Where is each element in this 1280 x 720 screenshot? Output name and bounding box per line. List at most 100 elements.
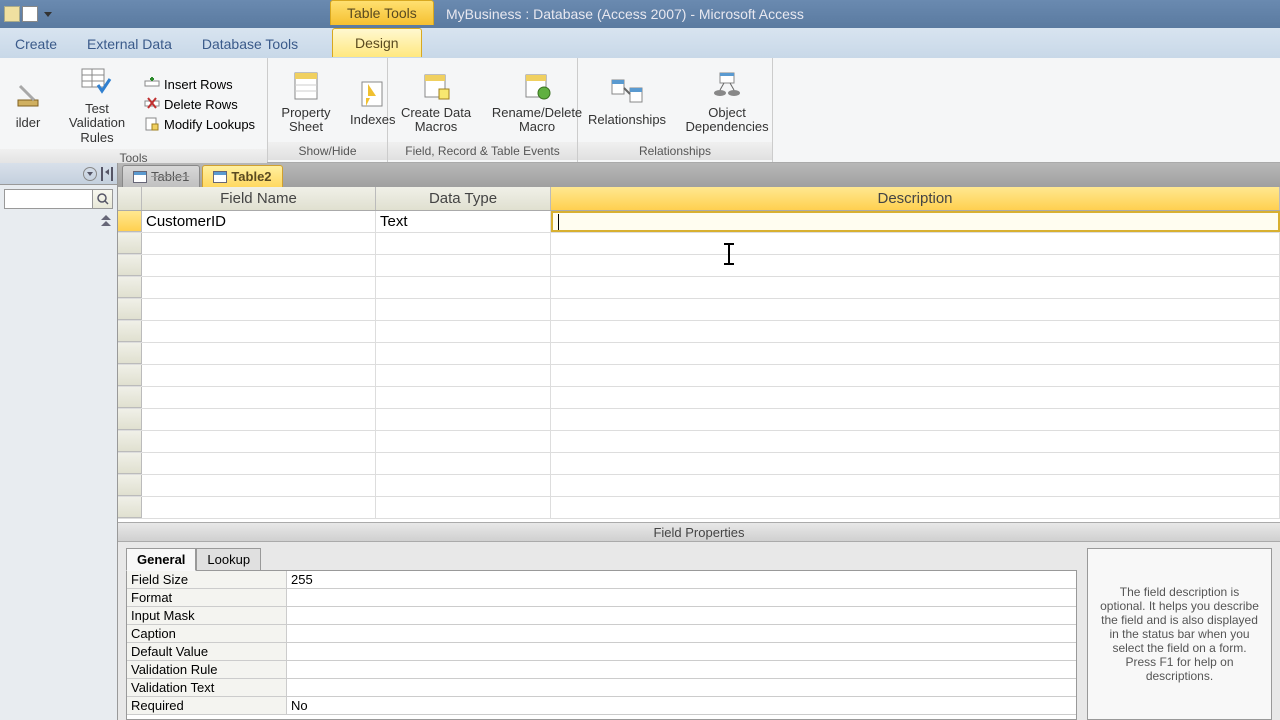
- row-selector[interactable]: [118, 343, 142, 364]
- field-name-cell[interactable]: [142, 277, 376, 298]
- property-row[interactable]: Default Value: [127, 643, 1076, 661]
- field-row-empty[interactable]: [118, 497, 1280, 519]
- field-name-cell[interactable]: [142, 475, 376, 496]
- property-row[interactable]: RequiredNo: [127, 697, 1076, 715]
- property-row[interactable]: Input Mask: [127, 607, 1076, 625]
- row-selector[interactable]: [118, 409, 142, 430]
- rename-delete-macro-button[interactable]: Rename/Delete Macro: [486, 66, 588, 137]
- modify-lookups-button[interactable]: Modify Lookups: [144, 116, 255, 132]
- tab-external-data[interactable]: External Data: [72, 29, 187, 58]
- field-row-empty[interactable]: [118, 277, 1280, 299]
- property-sheet-button[interactable]: Property Sheet: [274, 66, 338, 137]
- data-type-cell[interactable]: [376, 497, 551, 518]
- property-value[interactable]: [287, 643, 1076, 660]
- field-name-cell[interactable]: [142, 409, 376, 430]
- field-row-empty[interactable]: [118, 365, 1280, 387]
- property-value[interactable]: No: [287, 697, 1076, 714]
- doc-tab-table1[interactable]: Table1: [122, 165, 200, 187]
- field-row-empty[interactable]: [118, 453, 1280, 475]
- description-cell[interactable]: [551, 453, 1280, 474]
- description-cell[interactable]: [551, 409, 1280, 430]
- data-type-cell[interactable]: [376, 299, 551, 320]
- field-name-cell[interactable]: [142, 453, 376, 474]
- row-selector[interactable]: [118, 497, 142, 518]
- object-dependencies-button[interactable]: Object Dependencies: [678, 66, 776, 137]
- field-row-empty[interactable]: [118, 387, 1280, 409]
- description-cell[interactable]: [551, 321, 1280, 342]
- data-type-cell[interactable]: [376, 453, 551, 474]
- description-cell[interactable]: [551, 255, 1280, 276]
- row-selector[interactable]: [118, 277, 142, 298]
- description-cell[interactable]: [551, 343, 1280, 364]
- field-name-cell[interactable]: CustomerID: [142, 211, 376, 232]
- insert-rows-button[interactable]: Insert Rows: [144, 76, 255, 92]
- data-type-cell[interactable]: Text: [376, 211, 551, 232]
- property-row[interactable]: Field Size255: [127, 571, 1076, 589]
- row-selector[interactable]: [118, 321, 142, 342]
- field-name-cell[interactable]: [142, 255, 376, 276]
- field-row-empty[interactable]: [118, 409, 1280, 431]
- qat-dropdown-icon[interactable]: [44, 12, 52, 17]
- tab-create[interactable]: Create: [0, 29, 72, 58]
- description-cell[interactable]: [551, 233, 1280, 254]
- data-type-cell[interactable]: [376, 475, 551, 496]
- tab-design[interactable]: Design: [332, 28, 422, 57]
- property-row[interactable]: Validation Text: [127, 679, 1076, 697]
- description-cell[interactable]: [551, 277, 1280, 298]
- property-value[interactable]: [287, 661, 1076, 678]
- relationships-button[interactable]: Relationships: [584, 73, 670, 129]
- field-name-cell[interactable]: [142, 233, 376, 254]
- data-type-cell[interactable]: [376, 255, 551, 276]
- select-all-cell[interactable]: [118, 187, 142, 210]
- row-selector[interactable]: [118, 299, 142, 320]
- row-selector[interactable]: [118, 453, 142, 474]
- property-value[interactable]: [287, 625, 1076, 642]
- row-selector[interactable]: [118, 387, 142, 408]
- data-type-cell[interactable]: [376, 365, 551, 386]
- data-type-cell[interactable]: [376, 431, 551, 452]
- data-type-cell[interactable]: [376, 409, 551, 430]
- collapse-pane-icon[interactable]: [101, 167, 113, 181]
- row-selector[interactable]: [118, 431, 142, 452]
- field-name-cell[interactable]: [142, 321, 376, 342]
- property-row[interactable]: Format: [127, 589, 1076, 607]
- tab-database-tools[interactable]: Database Tools: [187, 29, 313, 58]
- field-row-empty[interactable]: [118, 431, 1280, 453]
- delete-rows-button[interactable]: Delete Rows: [144, 96, 255, 112]
- row-selector[interactable]: [118, 233, 142, 254]
- col-data-type[interactable]: Data Type: [376, 187, 551, 210]
- test-validation-button[interactable]: Test Validation Rules: [58, 62, 136, 147]
- field-row-empty[interactable]: [118, 475, 1280, 497]
- builder-button[interactable]: ilder: [6, 76, 50, 132]
- property-value[interactable]: 255: [287, 571, 1076, 588]
- property-row[interactable]: Validation Rule: [127, 661, 1076, 679]
- field-name-cell[interactable]: [142, 343, 376, 364]
- row-selector[interactable]: [118, 255, 142, 276]
- search-button[interactable]: [93, 189, 113, 209]
- document-icon[interactable]: [22, 6, 38, 22]
- col-field-name[interactable]: Field Name: [142, 187, 376, 210]
- property-grid[interactable]: Field Size255FormatInput MaskCaptionDefa…: [126, 570, 1077, 720]
- tab-lookup[interactable]: Lookup: [196, 548, 261, 571]
- property-row[interactable]: Caption: [127, 625, 1076, 643]
- data-type-cell[interactable]: [376, 387, 551, 408]
- field-name-cell[interactable]: [142, 497, 376, 518]
- field-row[interactable]: CustomerID Text: [118, 211, 1280, 233]
- field-row-empty[interactable]: [118, 321, 1280, 343]
- data-type-cell[interactable]: [376, 277, 551, 298]
- field-name-cell[interactable]: [142, 365, 376, 386]
- description-cell[interactable]: [551, 299, 1280, 320]
- create-data-macros-button[interactable]: Create Data Macros: [394, 66, 478, 137]
- field-name-cell[interactable]: [142, 431, 376, 452]
- row-selector[interactable]: [118, 211, 142, 232]
- field-name-cell[interactable]: [142, 387, 376, 408]
- folder-icon[interactable]: [4, 6, 20, 22]
- nav-collapse-group[interactable]: [0, 213, 117, 222]
- description-cell[interactable]: [551, 387, 1280, 408]
- field-row-empty[interactable]: [118, 299, 1280, 321]
- description-cell[interactable]: [551, 365, 1280, 386]
- property-value[interactable]: [287, 607, 1076, 624]
- description-cell[interactable]: [551, 497, 1280, 518]
- tab-general[interactable]: General: [126, 548, 196, 571]
- property-value[interactable]: [287, 589, 1076, 606]
